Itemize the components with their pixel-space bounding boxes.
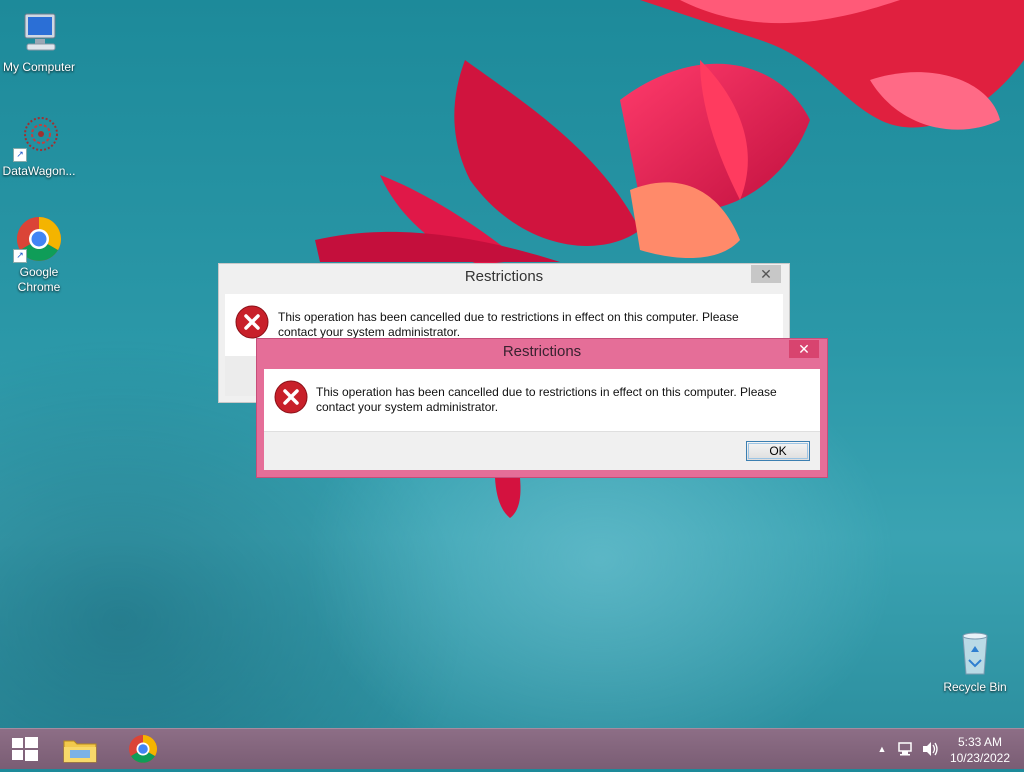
datawagon-icon: ↗ xyxy=(13,114,63,162)
ok-button[interactable]: OK xyxy=(746,441,810,461)
taskbar-google-chrome[interactable] xyxy=(123,733,163,765)
start-button[interactable] xyxy=(4,733,44,765)
computer-icon xyxy=(15,10,63,58)
taskbar: ▲ 5:33 AM 10/23/2022 xyxy=(0,728,1024,769)
close-button[interactable]: ✕ xyxy=(751,265,781,283)
clock-date: 10/23/2022 xyxy=(949,751,1010,765)
error-icon xyxy=(235,305,269,339)
desktop-icon-label: DataWagon... xyxy=(2,164,76,178)
taskbar-file-explorer[interactable] xyxy=(60,733,100,765)
network-icon[interactable] xyxy=(896,729,916,769)
recycle-bin-icon xyxy=(951,630,999,678)
folder-icon xyxy=(63,740,97,763)
dialog-footer: OK xyxy=(264,431,820,470)
desktop-icon-label: My Computer xyxy=(2,60,76,74)
desktop-icon-label: Google Chrome xyxy=(17,265,61,294)
desktop-icon-label: Recycle Bin xyxy=(943,680,1007,694)
shortcut-arrow-icon: ↗ xyxy=(13,148,27,162)
volume-icon[interactable] xyxy=(920,729,940,769)
windows-logo-icon xyxy=(12,737,38,761)
restrictions-dialog[interactable]: Restrictions ✕ This operation has been c… xyxy=(256,338,828,478)
desktop-icon-recycle-bin[interactable]: Recycle Bin xyxy=(936,630,1014,695)
chrome-icon: ↗ xyxy=(13,215,63,263)
desktop-icon-google-chrome[interactable]: ↗ Google Chrome xyxy=(0,215,78,295)
dialog-title: Restrictions xyxy=(464,268,544,285)
close-button[interactable]: ✕ xyxy=(789,340,819,358)
clock[interactable]: 5:33 AM 10/23/2022 xyxy=(950,734,1010,766)
dialog-title: Restrictions xyxy=(502,343,582,360)
show-hidden-icons-button[interactable]: ▲ xyxy=(872,729,892,769)
error-icon xyxy=(274,380,308,414)
dialog-message: This operation has been cancelled due to… xyxy=(316,385,777,414)
clock-time: 5:33 AM xyxy=(957,735,1002,749)
chrome-icon xyxy=(129,735,157,763)
desktop-icon-my-computer[interactable]: My Computer xyxy=(0,10,78,75)
dialog-body: This operation has been cancelled due to… xyxy=(264,369,820,431)
shortcut-arrow-icon: ↗ xyxy=(13,249,27,263)
dialog-message: This operation has been cancelled due to… xyxy=(278,310,739,339)
desktop-icon-datawagon[interactable]: ↗ DataWagon... xyxy=(0,114,78,179)
